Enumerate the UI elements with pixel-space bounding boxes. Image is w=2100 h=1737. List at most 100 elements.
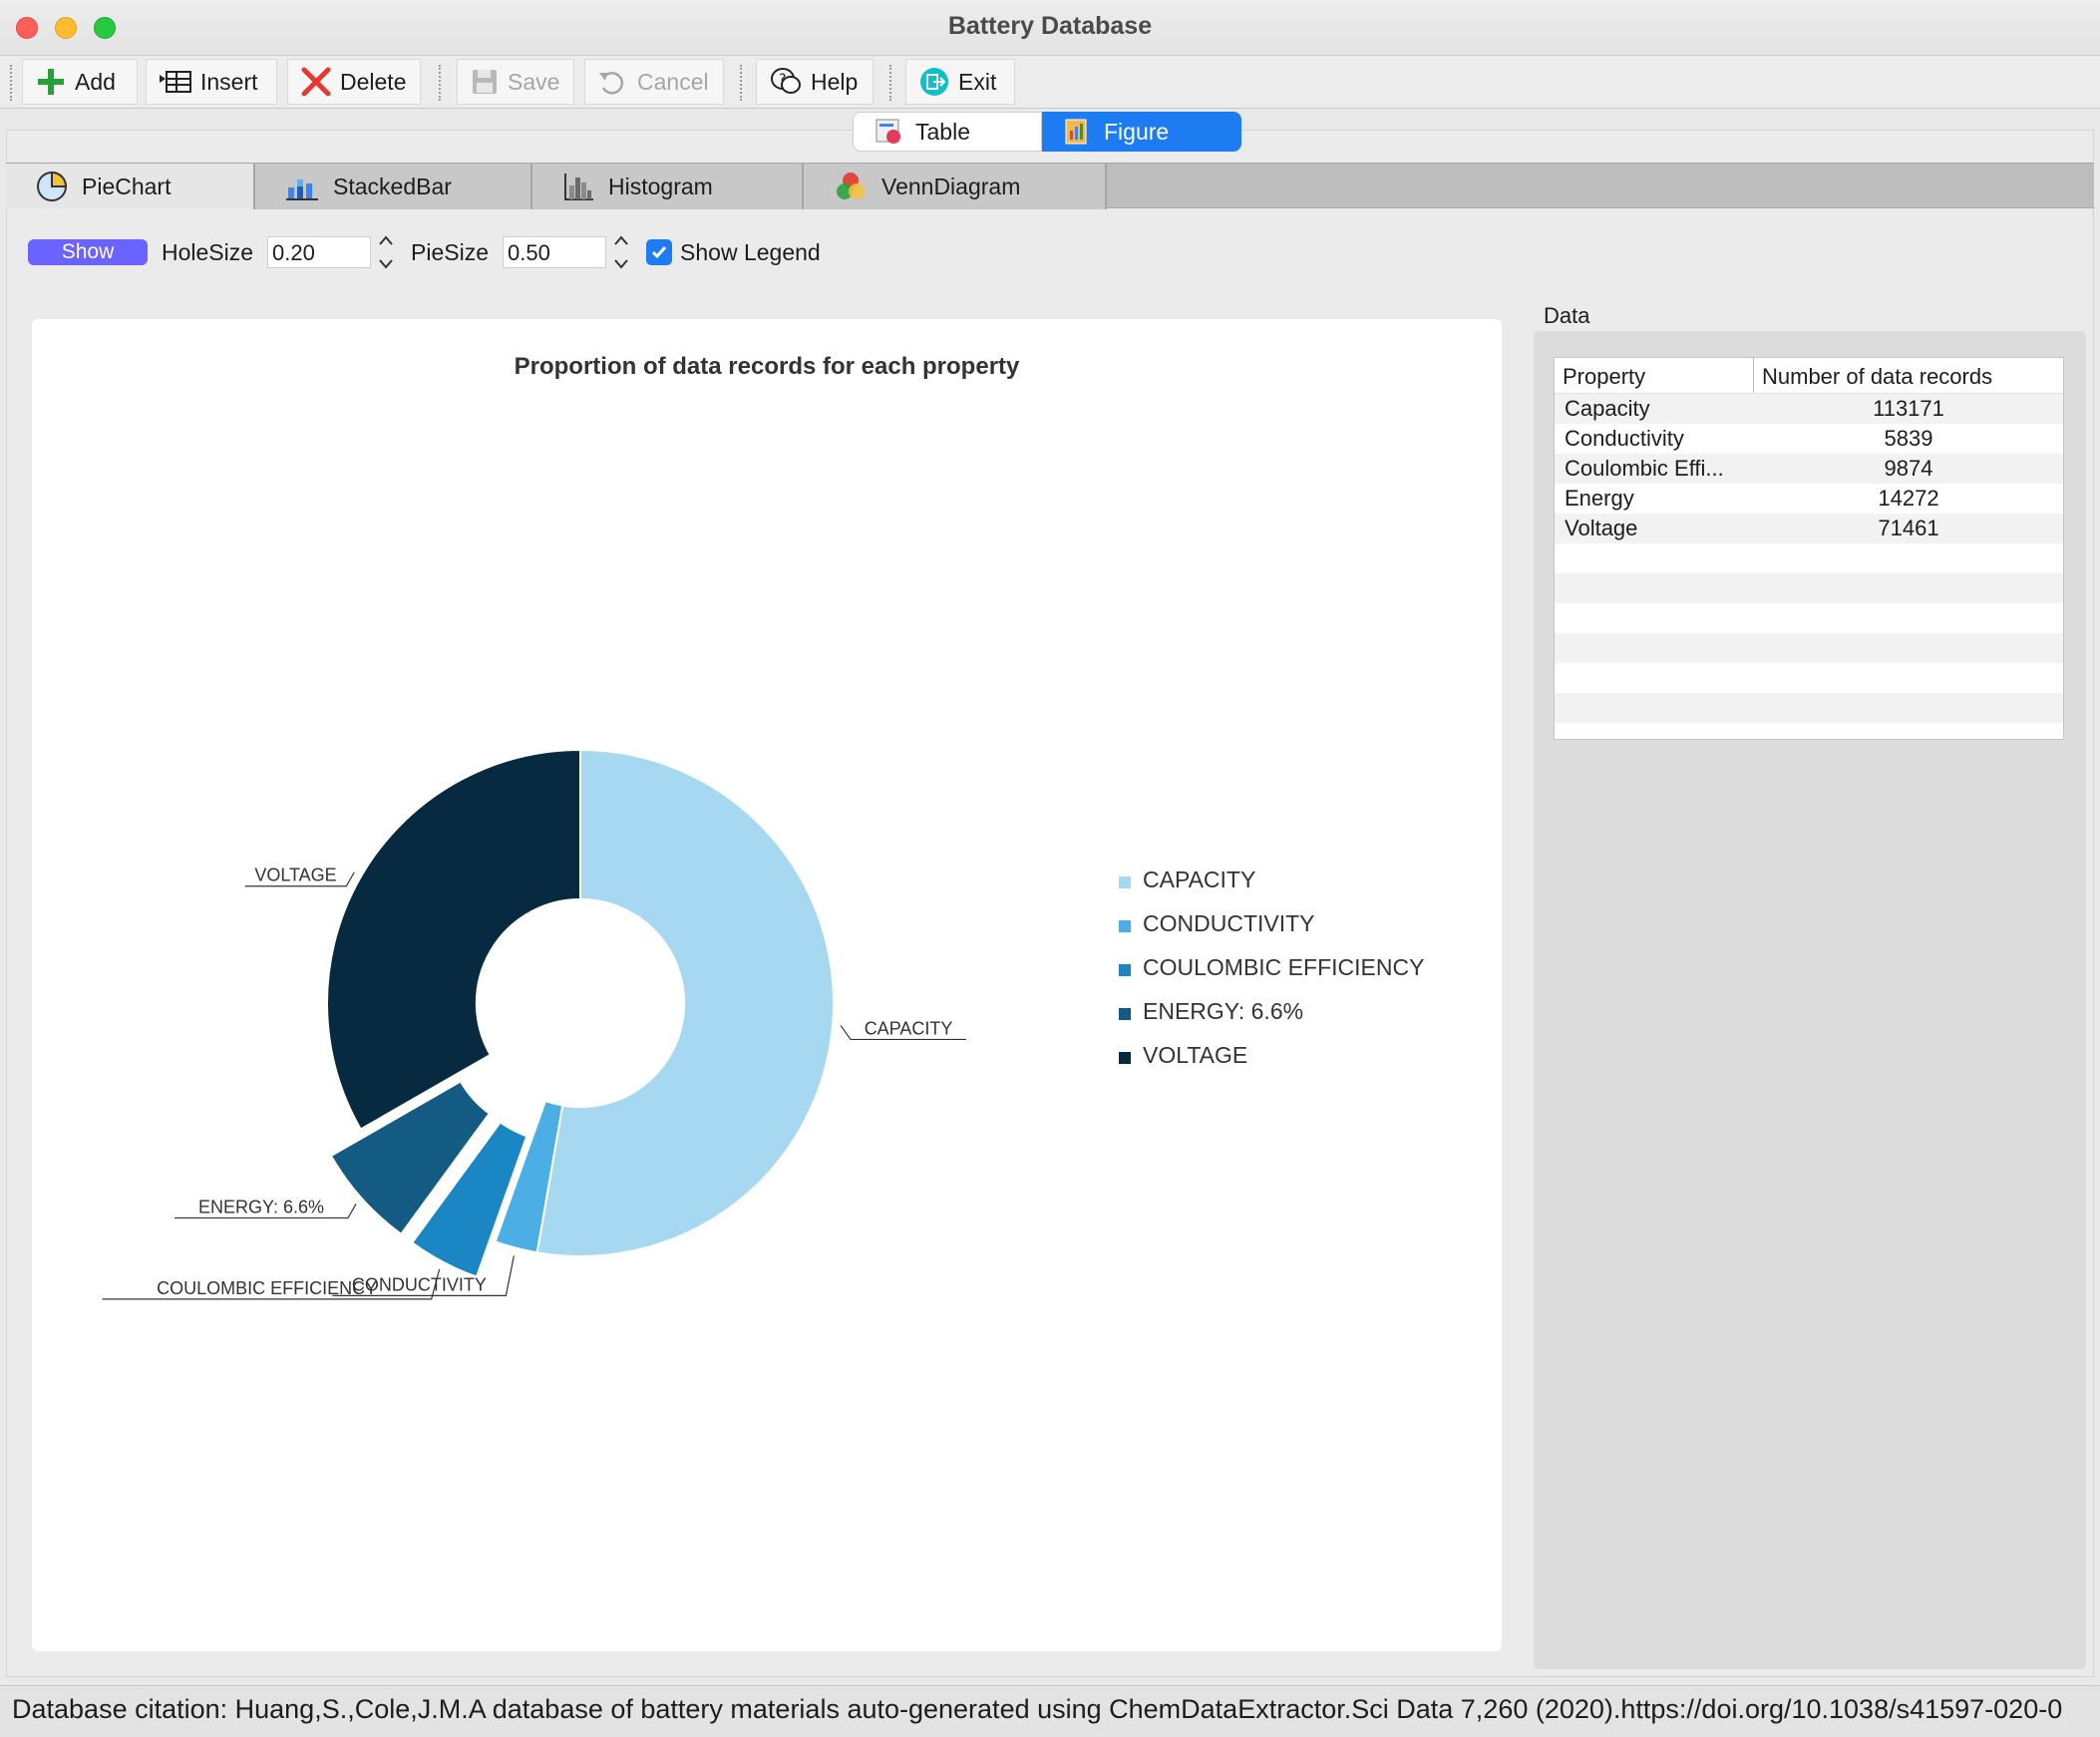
help-label: Help (811, 68, 859, 95)
tab-histogram[interactable]: Histogram (532, 164, 804, 209)
show-legend-label: Show Legend (680, 238, 821, 265)
data-table-body: Capacity 113171 Conductivity 5839 Coulombi… (1555, 394, 2063, 723)
cell-property: Energy (1565, 486, 1634, 511)
legend-swatch (1119, 876, 1131, 888)
data-table: Property Number of data records Capacity… (1554, 357, 2064, 740)
view-tab-figure-label: Figure (1104, 118, 1170, 145)
empty-table-row (1555, 573, 2063, 603)
pie-size-input[interactable]: 0.50 (503, 236, 607, 268)
empty-table-row (1555, 663, 2063, 693)
empty-table-row (1555, 693, 2063, 723)
legend-entry: CAPACITY (1143, 867, 1255, 892)
undo-icon (599, 72, 624, 95)
pie-slice-voltage[interactable] (326, 748, 581, 1131)
chevron-down-icon[interactable] (378, 258, 394, 270)
cell-property: Conductivity (1565, 426, 1684, 451)
slice-label: ENERGY: 6.6% (198, 1197, 324, 1216)
pie-chart: Proportion of data records for each prop… (102, 353, 1424, 1300)
legend-swatch (1119, 920, 1131, 932)
help-question-icon: ? (771, 68, 801, 94)
plus-icon (38, 69, 64, 95)
show-legend-checkbox[interactable] (646, 239, 673, 265)
toolbar-separator (439, 65, 441, 101)
delete-label: Delete (340, 68, 407, 95)
delete-button[interactable]: Delete (287, 59, 421, 105)
column-header-property[interactable]: Property (1555, 358, 1754, 393)
tab-histogram-label: Histogram (608, 173, 713, 199)
cell-count: 71461 (1878, 516, 1939, 540)
add-button[interactable]: Add (22, 59, 138, 105)
view-tab-table[interactable]: Table (853, 112, 1042, 152)
pie-size-stepper[interactable] (610, 234, 632, 270)
pie-slice-capacity[interactable] (535, 748, 835, 1257)
tab-venndiagram-label: VennDiagram (881, 173, 1021, 199)
table-row[interactable]: Capacity 113171 (1555, 394, 2063, 424)
checkmark-icon (651, 246, 667, 259)
window-title: Battery Database (947, 12, 1153, 40)
chart-type-tabs: PieChart StackedBar Histogram VennDiagra… (6, 163, 2094, 209)
cell-count: 113171 (1873, 396, 1944, 421)
tab-piechart-label: PieChart (82, 173, 172, 199)
table-row[interactable]: Coulombic Effi... 9874 (1555, 454, 2063, 484)
histogram-icon (564, 174, 593, 200)
cancel-button[interactable]: Cancel (584, 59, 724, 105)
tab-venndiagram[interactable]: VennDiagram (804, 164, 1107, 209)
chart-title: Proportion of data records for each prop… (515, 353, 1020, 380)
chevron-up-icon[interactable] (378, 234, 394, 246)
pie-chart-icon (37, 171, 68, 201)
empty-table-row (1555, 543, 2063, 573)
tab-stackedbar[interactable]: StackedBar (255, 164, 532, 209)
empty-table-row (1555, 603, 2063, 633)
exit-icon (920, 68, 948, 96)
svg-text:?: ? (779, 72, 786, 88)
stacked-bar-icon (286, 179, 318, 200)
exit-label: Exit (958, 68, 997, 95)
hole-size-label: HoleSize (162, 238, 254, 265)
tab-piechart[interactable]: PieChart (6, 164, 255, 209)
cancel-label: Cancel (637, 68, 709, 95)
cell-count: 5839 (1884, 426, 1933, 451)
chart-legend: CAPACITY CONDUCTIVITY COULOMBIC EFFICIENCY… (1119, 867, 1424, 1068)
chevron-down-icon[interactable] (613, 258, 629, 270)
save-label: Save (508, 68, 560, 95)
column-header-records[interactable]: Number of data records (1754, 358, 2063, 393)
table-row[interactable]: Voltage 71461 (1555, 514, 2063, 543)
pie-size-label: PieSize (411, 238, 490, 265)
legend-swatch (1119, 1052, 1131, 1064)
help-button[interactable]: ? Help (756, 59, 874, 105)
tab-stackedbar-label: StackedBar (333, 173, 452, 199)
show-button[interactable]: Show (28, 239, 148, 265)
table-view-icon (875, 119, 900, 144)
save-button[interactable]: Save (457, 59, 574, 105)
figure-view-icon (1065, 119, 1087, 145)
toolbar-separator (889, 65, 891, 101)
legend-entry: ENERGY: 6.6% (1143, 998, 1303, 1024)
floppy-disk-icon (473, 70, 497, 94)
table-row[interactable]: Conductivity 5839 (1555, 424, 2063, 454)
pie-chart-panel: Proportion of data records for each prop… (32, 319, 1502, 1651)
table-insert-icon (160, 71, 191, 93)
delete-x-icon (301, 67, 331, 97)
chevron-up-icon[interactable] (613, 234, 629, 246)
status-bar: Database citation: Huang,S.,Cole,J.M.A d… (0, 1685, 2100, 1737)
exit-button[interactable]: Exit (905, 59, 1015, 105)
toolbar-grip (10, 65, 12, 101)
slice-label: COULOMBIC EFFICIENCY (157, 1278, 377, 1298)
hole-size-input[interactable]: 0.20 (267, 236, 372, 268)
empty-table-row (1555, 633, 2063, 663)
slice-label: CAPACITY (865, 1018, 953, 1038)
slice-label: VOLTAGE (254, 866, 336, 885)
toolbar-separator (740, 65, 742, 101)
cell-count: 14272 (1878, 486, 1939, 511)
add-label: Add (75, 68, 116, 95)
venn-diagram-icon (837, 173, 865, 199)
pie-slices (326, 748, 835, 1278)
cell-property: Capacity (1565, 396, 1650, 421)
cell-count: 9874 (1884, 456, 1933, 481)
table-row[interactable]: Energy 14272 (1555, 484, 2063, 514)
cell-property: Coulombic Effi... (1565, 456, 1724, 481)
hole-size-stepper[interactable] (375, 234, 397, 270)
insert-button[interactable]: Insert (146, 59, 277, 105)
view-tab-figure[interactable]: Figure (1042, 112, 1241, 152)
data-table-header: Property Number of data records (1555, 358, 2063, 394)
